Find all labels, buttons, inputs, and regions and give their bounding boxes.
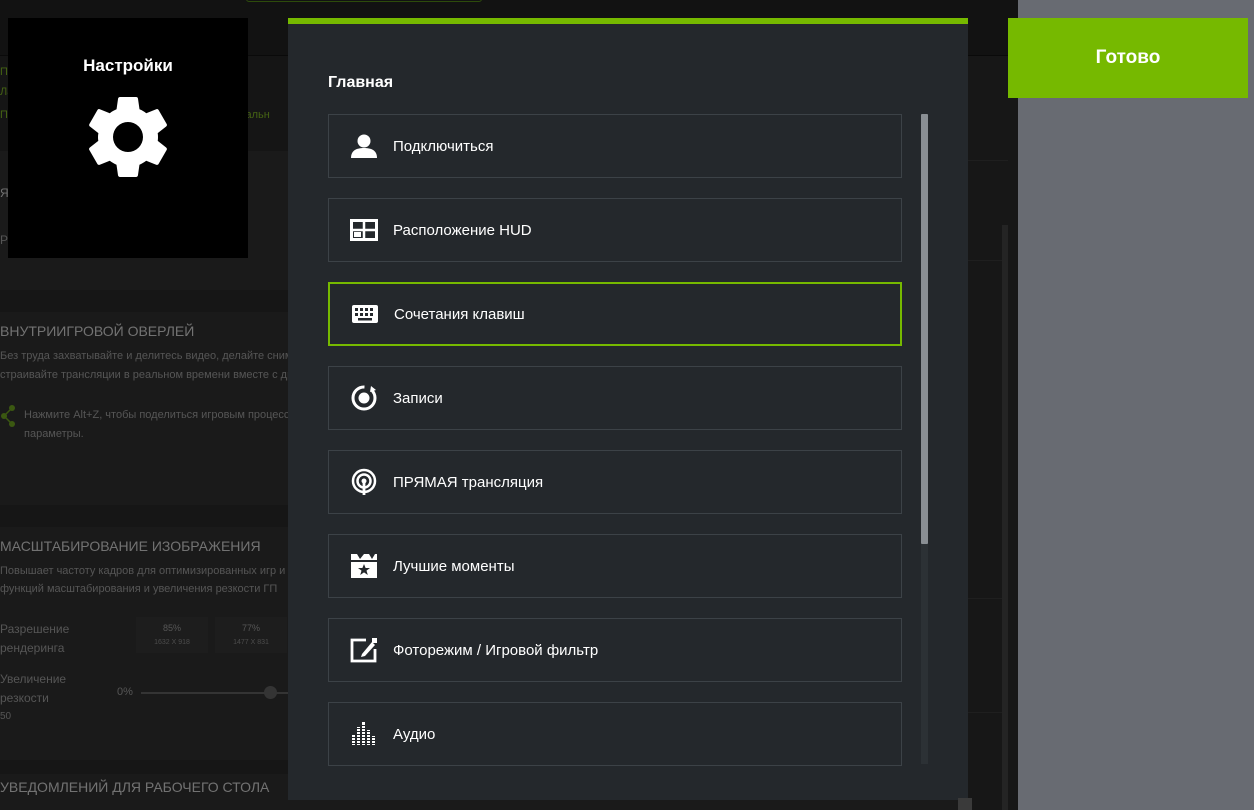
photo-mode-icon	[349, 635, 379, 665]
menu-item-keyboard-shortcuts[interactable]: Сочетания клавиш	[328, 282, 902, 346]
menu-item-broadcast[interactable]: ПРЯМАЯ трансляция	[328, 450, 902, 514]
section-title: Главная	[328, 74, 394, 91]
audio-icon	[349, 719, 379, 749]
menu-item-label: ПРЯМАЯ трансляция	[393, 473, 544, 491]
menu-item-label: Аудио	[393, 725, 436, 743]
menu-scrollbar[interactable]	[921, 114, 928, 764]
recording-icon	[349, 383, 379, 413]
gear-icon	[89, 96, 167, 177]
settings-dialog: Главная Подключиться Расположение HUD Со…	[288, 18, 968, 800]
menu-item-photo-mode[interactable]: Фоторежим / Игровой фильтр	[328, 618, 902, 682]
menu-item-recordings[interactable]: Записи	[328, 366, 902, 430]
broadcast-icon	[349, 467, 379, 497]
user-icon	[349, 131, 379, 161]
keyboard-icon	[350, 299, 380, 329]
hud-layout-icon	[349, 215, 379, 245]
menu-item-label: Сочетания клавиш	[394, 305, 525, 323]
menu-scrollbar-thumb[interactable]	[921, 114, 928, 544]
menu-item-highlights[interactable]: Лучшие моменты	[328, 534, 902, 598]
highlights-icon	[349, 551, 379, 581]
menu-item-label: Расположение HUD	[393, 221, 532, 239]
menu-item-label: Подключиться	[393, 137, 494, 155]
menu-item-label: Фоторежим / Игровой фильтр	[393, 641, 599, 659]
menu-item-label: Записи	[393, 389, 443, 407]
menu-item-audio[interactable]: Аудио	[328, 702, 902, 766]
done-button[interactable]: Готово	[1008, 18, 1248, 98]
side-panel	[1018, 0, 1254, 810]
resize-grip-icon[interactable]	[958, 798, 972, 810]
settings-title: Настройки	[83, 56, 173, 75]
menu-item-hud-layout[interactable]: Расположение HUD	[328, 198, 902, 262]
menu-item-label: Лучшие моменты	[393, 557, 515, 575]
settings-tile: Настройки	[8, 18, 248, 258]
menu-item-connect[interactable]: Подключиться	[328, 114, 902, 178]
